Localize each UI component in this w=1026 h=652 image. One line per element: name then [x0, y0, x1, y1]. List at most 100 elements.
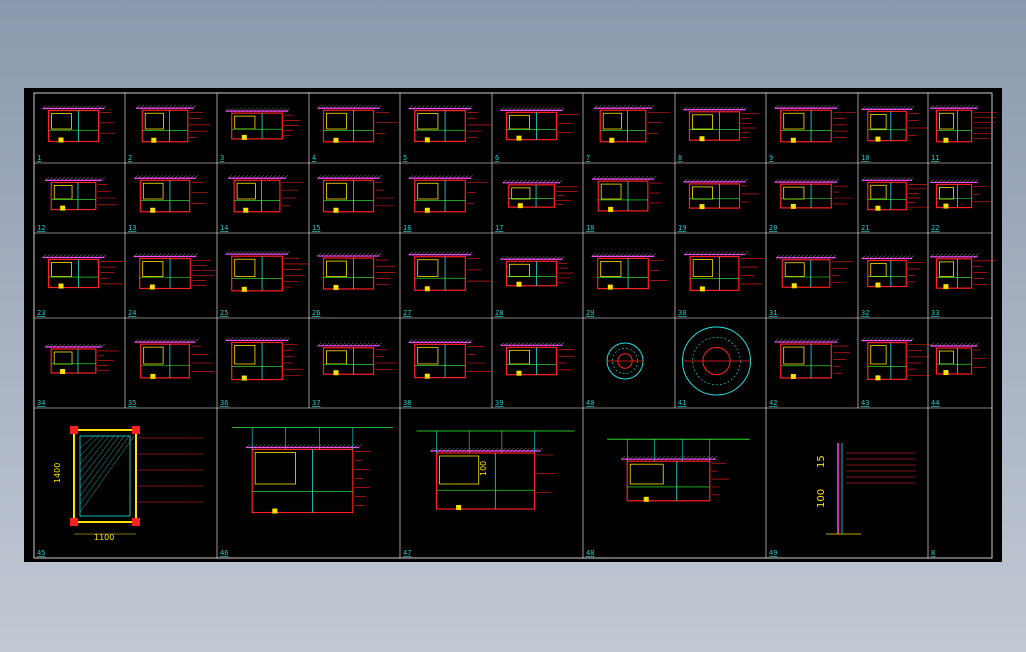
dim-45-width: 1100 — [94, 533, 114, 542]
detail-label-22[interactable]: 22 — [931, 224, 939, 232]
detail-label-34[interactable]: 34 — [37, 399, 45, 407]
dim-45-height: 1400 — [53, 463, 62, 483]
detail-label-17[interactable]: 17 — [495, 224, 503, 232]
detail-drawing-33 — [930, 253, 996, 290]
detail-label-37[interactable]: 37 — [312, 399, 320, 407]
detail-label-5[interactable]: 5 — [403, 154, 407, 162]
detail-label-10[interactable]: 10 — [861, 154, 869, 162]
detail-label-1[interactable]: 1 — [37, 154, 41, 162]
detail-label-23[interactable]: 23 — [37, 309, 45, 317]
detail-drawing-49 — [826, 443, 916, 535]
detail-label-50[interactable]: 8 — [931, 549, 935, 557]
detail-drawing-25 — [225, 251, 309, 292]
detail-label-31[interactable]: 31 — [769, 309, 777, 317]
detail-label-13[interactable]: 13 — [128, 224, 136, 232]
detail-label-42[interactable]: 42 — [769, 399, 777, 407]
detail-drawing-4 — [317, 105, 399, 143]
detail-drawing-23 — [42, 254, 123, 289]
detail-drawing-29 — [591, 253, 669, 290]
detail-label-28[interactable]: 28 — [495, 309, 503, 317]
detail-drawing-20 — [774, 179, 853, 209]
detail-label-47[interactable]: 47 — [403, 549, 411, 557]
detail-label-20[interactable]: 20 — [769, 224, 777, 232]
detail-drawing-12 — [45, 177, 118, 211]
detail-drawing-17 — [502, 179, 578, 209]
detail-drawing-37 — [317, 342, 399, 376]
detail-drawing-15 — [317, 175, 395, 213]
detail-drawing-42 — [774, 338, 851, 379]
detail-label-16[interactable]: 16 — [403, 224, 411, 232]
detail-label-27[interactable]: 27 — [403, 309, 411, 317]
detail-label-36[interactable]: 36 — [220, 399, 228, 407]
detail-label-18[interactable]: 18 — [586, 224, 594, 232]
detail-drawing-43 — [861, 337, 931, 381]
detail-drawing-13 — [134, 175, 209, 213]
detail-drawing-46 — [232, 427, 393, 514]
detail-label-12[interactable]: 12 — [37, 224, 45, 232]
detail-label-25[interactable]: 25 — [220, 309, 228, 317]
detail-drawing-16 — [408, 175, 489, 213]
dim-47-height: 100 — [479, 461, 488, 476]
detail-drawing-6 — [500, 107, 579, 141]
detail-drawing-36 — [225, 337, 304, 381]
detail-label-24[interactable]: 24 — [128, 309, 136, 317]
detail-label-19[interactable]: 19 — [678, 224, 686, 232]
detail-drawing-47 — [416, 430, 575, 510]
detail-drawing-40 — [606, 342, 644, 380]
detail-drawing-38 — [408, 339, 491, 379]
detail-label-48[interactable]: 48 — [586, 549, 594, 557]
detail-drawing-1 — [42, 105, 116, 143]
detail-sheet: 1 2 3 4 5 6 7 8 9 10 1112 13 14 15 16 17 18 19 20 21 2223 24 2… — [33, 92, 998, 559]
detail-label-15[interactable]: 15 — [312, 224, 320, 232]
detail-label-38[interactable]: 38 — [403, 399, 411, 407]
detail-label-29[interactable]: 29 — [586, 309, 594, 317]
detail-label-4[interactable]: 4 — [312, 154, 316, 162]
detail-label-32[interactable]: 32 — [861, 309, 869, 317]
detail-drawing-11 — [930, 105, 998, 143]
detail-label-35[interactable]: 35 — [128, 399, 136, 407]
detail-label-39[interactable]: 39 — [495, 399, 503, 407]
sheet-grid — [34, 93, 992, 558]
detail-drawing-39 — [500, 342, 575, 376]
detail-label-6[interactable]: 6 — [495, 154, 499, 162]
detail-drawing-26 — [317, 252, 396, 290]
detail-label-30[interactable]: 30 — [678, 309, 686, 317]
detail-drawing-2 — [136, 105, 210, 143]
detail-drawing-3 — [225, 107, 301, 140]
detail-drawing-7 — [594, 105, 670, 143]
detail-drawing-24 — [133, 253, 216, 290]
detail-label-46[interactable]: 46 — [220, 549, 228, 557]
detail-drawing-48 — [607, 438, 750, 502]
detail-label-49[interactable]: 49 — [769, 549, 777, 557]
detail-drawing-30 — [684, 251, 764, 292]
detail-label-41[interactable]: 41 — [678, 399, 686, 407]
detail-drawing-18 — [592, 175, 663, 212]
detail-label-7[interactable]: 7 — [586, 154, 590, 162]
dim-49-bottom: 100 — [816, 489, 827, 508]
detail-label-21[interactable]: 21 — [861, 224, 869, 232]
detail-drawing-21 — [861, 177, 931, 211]
cad-model-viewport[interactable]: 1 2 3 4 5 6 7 8 9 10 11 12 13 14 15 16 17 18 19 20 21 22 23 24 2… — [24, 88, 1002, 562]
dim-49-top: 15 — [816, 455, 827, 468]
detail-drawing-32 — [861, 255, 924, 288]
detail-drawing-34 — [45, 343, 120, 375]
detail-label-2[interactable]: 2 — [128, 154, 132, 162]
detail-label-26[interactable]: 26 — [312, 309, 320, 317]
detail-label-8[interactable]: 8 — [678, 154, 682, 162]
detail-drawing-8 — [683, 106, 760, 142]
detail-drawing-44 — [930, 342, 986, 375]
detail-label-11[interactable]: 11 — [931, 154, 939, 162]
detail-drawing-10 — [861, 106, 928, 142]
detail-label-33[interactable]: 33 — [931, 309, 939, 317]
detail-label-45[interactable]: 45 — [37, 549, 45, 557]
detail-label-14[interactable]: 14 — [220, 224, 228, 232]
detail-label-3[interactable]: 3 — [220, 154, 224, 162]
detail-label-40[interactable]: 40 — [586, 399, 594, 407]
detail-label-43[interactable]: 43 — [861, 399, 869, 407]
detail-drawing-28 — [500, 256, 575, 287]
detail-drawing-31 — [776, 254, 854, 289]
detail-label-9[interactable]: 9 — [769, 154, 773, 162]
detail-drawing-14 — [228, 175, 304, 213]
detail-drawing-35 — [134, 339, 215, 379]
detail-label-44[interactable]: 44 — [931, 399, 939, 407]
